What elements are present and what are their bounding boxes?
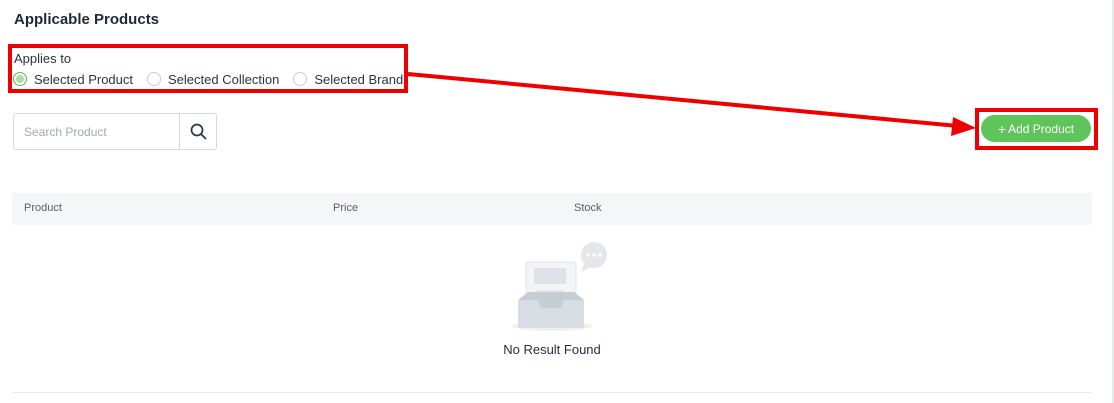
- plus-icon: +: [997, 120, 1007, 137]
- table-bottom-divider: [12, 392, 1092, 393]
- add-product-label: Add Product: [1008, 121, 1075, 136]
- product-table-header: Product Price Stock: [12, 193, 1092, 225]
- column-header-price: Price: [333, 202, 359, 214]
- empty-state-message: No Result Found: [503, 342, 601, 357]
- empty-inbox-icon: [512, 242, 607, 331]
- column-header-stock: Stock: [574, 202, 602, 214]
- add-product-button[interactable]: + Add Product: [981, 115, 1091, 142]
- column-header-product: Product: [24, 202, 62, 214]
